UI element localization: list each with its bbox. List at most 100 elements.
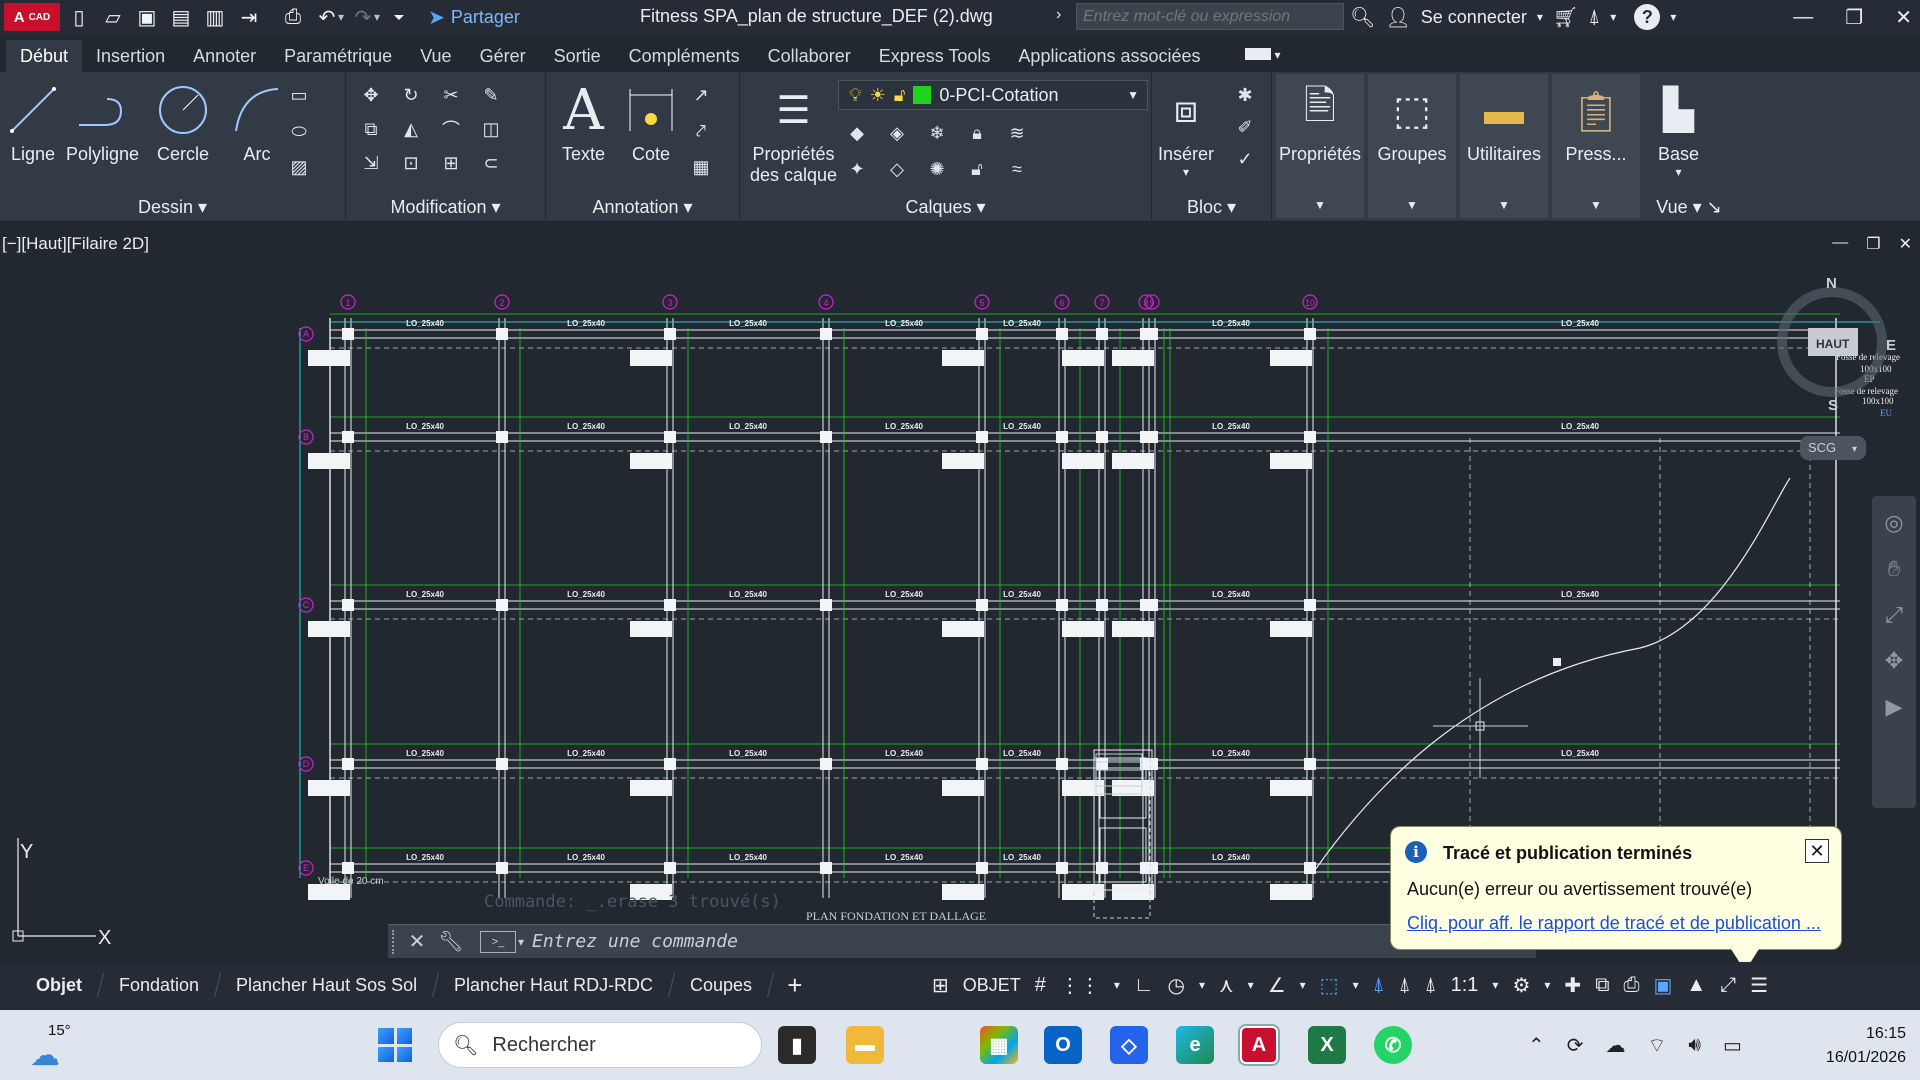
annotation-monitor-icon[interactable]: ✚ [1564,973,1581,998]
help-search-input[interactable] [1076,3,1344,30]
tab-sortie[interactable]: Sortie [540,40,615,72]
fillet-icon[interactable]: ⌒ [438,116,464,142]
tab-express-tools[interactable]: Express Tools [865,40,1005,72]
start-button[interactable] [378,1028,412,1062]
proprietes-button[interactable]: 🖹︎ Propriétés ▼ [1276,74,1364,218]
layout-tab-plancher-sos-sol[interactable]: Plancher Haut Sos Sol [215,973,440,997]
hatch-icon[interactable]: ▨ [286,154,312,180]
viewport-close-icon[interactable]: ✕ [1899,234,1912,254]
steering-wheel-icon[interactable]: ◎ [1884,510,1903,536]
autocad-taskbar-icon[interactable]: A [1240,1026,1278,1064]
orbit-icon[interactable]: ✥ [1885,648,1903,674]
offset-icon[interactable]: ⊂ [478,150,504,176]
sign-in-button[interactable]: Se connecter [1421,7,1527,28]
battery-icon[interactable]: ▭ [1723,1033,1742,1058]
help-button[interactable]: ? [1634,4,1661,30]
ribbon-toggle-dropdown-icon[interactable]: ▾ [1275,48,1281,62]
sign-in-dropdown-icon[interactable]: ▾ [1537,10,1543,24]
save-as-icon[interactable]: ▤ [166,2,196,32]
command-recent-dropdown-icon[interactable]: ▾ [518,935,524,949]
restore-icon[interactable]: ❐ [1845,5,1863,30]
panel-title-annotation[interactable]: Annotation ▾ [546,197,739,218]
annotation-visibility-icon[interactable]: ⍋ [1373,974,1385,997]
trim-icon[interactable]: ✂ [438,82,464,108]
excel-icon[interactable]: X [1308,1026,1346,1064]
command-customize-icon[interactable]: 🔧︎ [434,929,468,954]
tab-annoter[interactable]: Annoter [179,40,270,72]
file-explorer-icon[interactable]: ▬ [846,1026,884,1064]
layout-tab-coupes[interactable]: Coupes [669,973,775,997]
units-icon[interactable]: ⧉ [1595,974,1609,997]
scale-dropdown-icon[interactable]: ▾ [1492,978,1498,992]
app-logo[interactable]: A CAD [4,3,60,31]
web-mobile-open-icon[interactable]: ▥ [200,2,230,32]
block-attributes-icon[interactable]: ✓ [1232,146,1258,172]
layout-tab-plancher-rdj-rdc[interactable]: Plancher Haut RDJ-RDC [433,973,676,997]
share-button[interactable]: ➤ Partager [428,5,520,30]
layer-freeze-icon[interactable]: ❄ [924,120,950,146]
create-block-icon[interactable]: ✱ [1232,82,1258,108]
redo-dropdown-icon[interactable]: ▾ [374,10,380,24]
workspace-dropdown-icon[interactable]: ▾ [1544,978,1550,992]
layer-properties-tool[interactable]: ☰ Propriétés des calque [750,76,837,186]
add-layout-icon[interactable]: + [787,970,802,1001]
table-icon[interactable]: ▦ [688,154,714,180]
layer-match-icon[interactable]: ≋ [1004,120,1030,146]
base-tool[interactable]: ▙ Base ▾ [1658,76,1699,179]
pan-hand-icon[interactable]: ✋︎ [1888,556,1901,582]
ligne-tool[interactable]: Ligne [8,76,58,165]
taskbar-search[interactable]: 🔍︎ Rechercher [438,1022,762,1068]
taskbar-app-blue-icon[interactable]: ◇ [1110,1026,1148,1064]
polar-tracking-icon[interactable]: ◷ [1168,973,1185,998]
isodraft-icon[interactable]: ⋏ [1219,973,1234,998]
layer-lock-icon[interactable]: 🔒︎ [964,120,990,146]
cart-icon[interactable]: 🛒︎ [1553,5,1578,30]
clean-screen-icon[interactable]: ⤢ [1720,974,1736,997]
utilitaires-button[interactable]: ▬ Utilitaires ▼ [1460,74,1548,218]
help-dropdown-icon[interactable]: ▾ [1670,10,1676,24]
polyligne-tool[interactable]: Polyligne [66,76,139,165]
notification-close-icon[interactable]: ✕ [1805,839,1829,863]
panel-title-dessin[interactable]: Dessin ▾ [0,197,345,218]
workspace-gear-icon[interactable]: ⚙ [1512,973,1530,998]
view-cube[interactable]: HAUT N S E SCG ▾ [1777,275,1896,460]
tab-insertion[interactable]: Insertion [82,40,179,72]
presse-papiers-button[interactable]: 📋︎ Press... ▼ [1552,74,1640,218]
panel-title-vue[interactable]: Vue ▾ ↘ [1644,197,1734,218]
object-snap-tracking-icon[interactable]: ∠ [1268,973,1286,998]
tab-complements[interactable]: Compléments [615,40,754,72]
annotation-scale-value[interactable]: 1:1 [1451,974,1479,997]
rectangle-icon[interactable]: ▭ [286,82,312,108]
close-icon[interactable]: ✕ [1895,5,1912,30]
grid-display-icon[interactable]: # [1035,974,1046,997]
groupes-button[interactable]: ⬚ Groupes ▼ [1368,74,1456,218]
tab-gerer[interactable]: Gérer [466,40,540,72]
ortho-icon[interactable]: ∟ [1134,974,1154,997]
layer-isolate-icon[interactable]: ◈ [884,120,910,146]
save-icon[interactable]: ▣ [132,2,162,32]
user-icon[interactable]: 👤︎ [1385,5,1410,30]
snap-dropdown-icon[interactable]: ▾ [1114,978,1120,992]
layout-grid-icon[interactable]: ⊞ [932,973,949,998]
wifi-icon[interactable]: ⌔ [1648,1033,1667,1058]
web-mobile-save-icon[interactable]: ⇥ [234,2,264,32]
viewport-restore-icon[interactable]: ❐ [1866,234,1880,254]
customize-quick-access-icon[interactable]: ⏷ [384,2,414,32]
layer-walk-icon[interactable]: ≈ [1004,156,1030,182]
sync-icon[interactable]: ⟳ [1567,1033,1584,1058]
ribbon-minimize-toggle[interactable] [1244,48,1271,60]
publish-status-icon[interactable]: ▣ [1653,973,1672,998]
mirror-icon[interactable]: ◭ [398,116,424,142]
osnap-tracking-dropdown-icon[interactable]: ▾ [1300,978,1306,992]
layer-off-icon[interactable]: ◆ [844,120,870,146]
system-clock[interactable]: 16:15 16/01/2026 [1826,1022,1906,1070]
microsoft-store-icon[interactable]: ▦ [980,1026,1018,1064]
app-dropdown-icon[interactable]: ▾ [1610,10,1616,24]
polar-dropdown-icon[interactable]: ▾ [1199,978,1205,992]
current-layer-dropdown[interactable]: 💡︎ ☀ 🔓︎ 0-PCI-Cotation ▼ [838,80,1148,110]
command-close-icon[interactable]: ✕ [400,929,434,954]
new-file-icon[interactable]: ▯ [64,2,94,32]
arc-tool[interactable]: Arc [232,76,282,165]
layout-tab-objet[interactable]: Objet [15,973,105,997]
layer-thaw-icon[interactable]: ✺ [924,156,950,182]
